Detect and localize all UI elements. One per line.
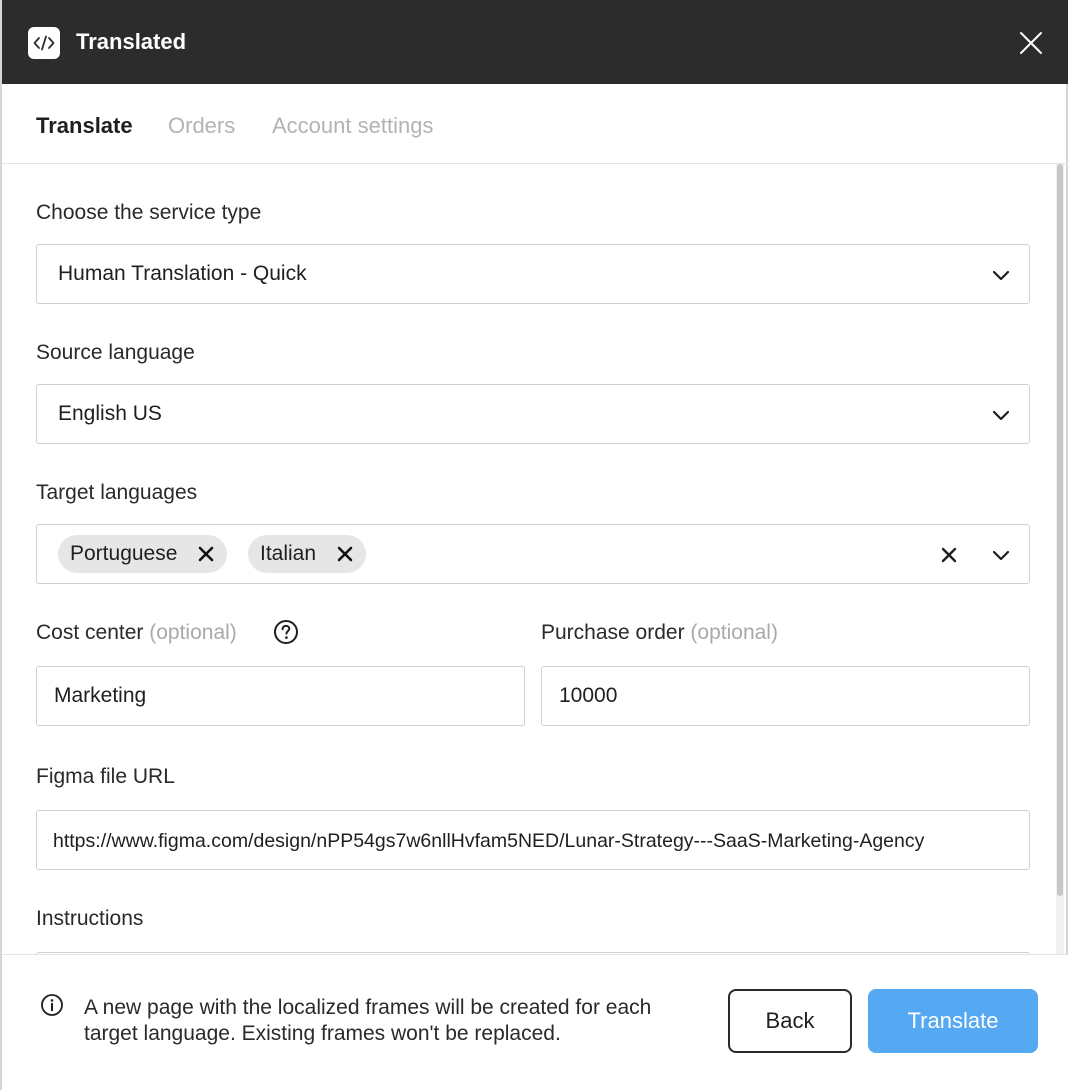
optional-tag: (optional) — [690, 621, 778, 644]
chip-label: Portuguese — [70, 542, 178, 565]
code-icon — [28, 27, 60, 59]
scrollbar[interactable] — [1056, 164, 1064, 954]
cost-center-input[interactable]: Marketing — [36, 666, 525, 726]
chevron-down-icon — [992, 410, 1010, 421]
service-type-value: Human Translation - Quick — [58, 262, 307, 285]
optional-tag: (optional) — [149, 621, 237, 644]
target-language-chip: Italian — [248, 535, 367, 573]
target-language-chip: Portuguese — [58, 535, 228, 573]
plugin-window: Translated Translate Orders Account sett… — [0, 0, 1068, 1090]
chevron-down-icon — [992, 270, 1010, 281]
close-icon[interactable] — [1016, 28, 1046, 58]
clear-icon[interactable] — [939, 545, 959, 565]
tab-account-settings[interactable]: Account settings — [272, 112, 433, 140]
target-languages-label: Target languages — [36, 481, 198, 504]
cost-center-value: Marketing — [54, 684, 147, 707]
target-languages-multiselect[interactable]: Portuguese Italian — [36, 524, 1030, 584]
service-type-label: Choose the service type — [36, 201, 262, 224]
source-language-value: English US — [58, 402, 162, 425]
footer: A new page with the localized frames wil… — [2, 954, 1068, 1090]
form-content: Choose the service type Human Translatio… — [2, 164, 1060, 954]
chevron-down-icon[interactable] — [991, 545, 1011, 565]
figma-url-label: Figma file URL — [36, 765, 175, 788]
translate-button[interactable]: Translate — [868, 989, 1038, 1053]
source-language-label: Source language — [36, 341, 195, 364]
tab-orders[interactable]: Orders — [168, 112, 235, 140]
chip-label: Italian — [260, 542, 317, 565]
title-bar: Translated — [2, 0, 1068, 84]
cost-center-label-text: Cost center — [36, 621, 144, 644]
back-button[interactable]: Back — [728, 989, 852, 1053]
remove-chip-icon[interactable] — [336, 545, 354, 563]
purchase-order-label-text: Purchase order — [541, 621, 685, 644]
info-icon — [41, 994, 63, 1016]
source-language-select[interactable]: English US — [36, 384, 1030, 444]
instructions-label: Instructions — [36, 907, 144, 930]
help-icon[interactable] — [273, 619, 299, 645]
figma-url-input[interactable]: https://www.figma.com/design/nPP54gs7w6n… — [36, 810, 1030, 870]
tab-translate[interactable]: Translate — [36, 112, 133, 140]
service-type-select[interactable]: Human Translation - Quick — [36, 244, 1030, 304]
cost-center-label: Cost center (optional) — [36, 620, 237, 646]
purchase-order-value: 10000 — [559, 684, 618, 707]
info-message: A new page with the localized frames wil… — [84, 996, 652, 1045]
scrollbar-thumb[interactable] — [1057, 164, 1063, 896]
window-title: Translated — [76, 29, 187, 54]
figma-url-value: https://www.figma.com/design/nPP54gs7w6n… — [53, 830, 925, 852]
remove-chip-icon[interactable] — [197, 545, 215, 563]
tab-bar: Translate Orders Account settings — [2, 84, 1068, 164]
purchase-order-label: Purchase order (optional) — [541, 620, 778, 646]
purchase-order-input[interactable]: 10000 — [541, 666, 1030, 726]
